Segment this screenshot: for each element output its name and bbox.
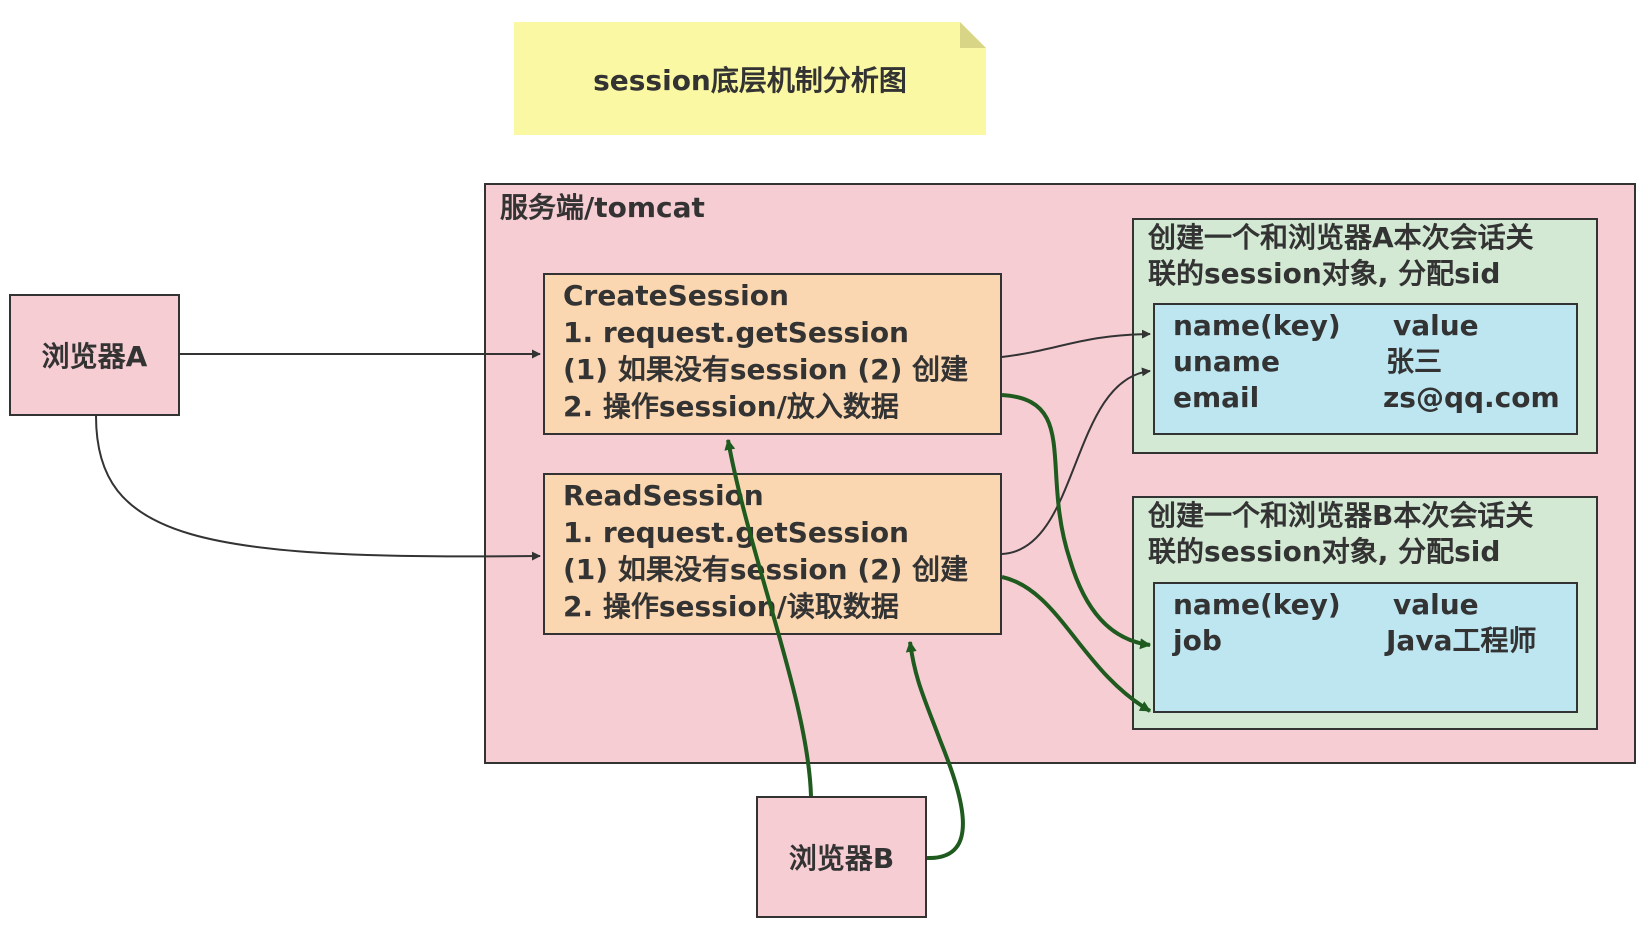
create-session-line-3: 2. 操作session/放入数据	[563, 390, 899, 423]
session-b-title-line-1: 创建一个和浏览器B本次会话关	[1148, 499, 1534, 532]
session-a-title: 创建一个和浏览器A本次会话关 联的session对象, 分配sid	[1148, 220, 1534, 292]
read-session-name: ReadSession	[563, 479, 764, 512]
session-b-header-value: value	[1393, 588, 1479, 621]
server-label: 服务端/tomcat	[500, 191, 705, 224]
browser-a-node: 浏览器A	[9, 294, 180, 416]
session-a-header-value: value	[1393, 309, 1479, 342]
session-a-title-line-2: 联的session对象, 分配sid	[1148, 257, 1501, 290]
session-a-row-key: email	[1173, 381, 1260, 414]
session-b-title-line-2: 联的session对象, 分配sid	[1148, 535, 1501, 568]
session-b-row-key: job	[1173, 624, 1222, 657]
session-b-row: job Java工程师	[1173, 622, 1573, 659]
create-session-line-1: 1. request.getSession	[563, 316, 909, 349]
browser-b-node: 浏览器B	[756, 796, 927, 918]
session-a-header-row: name(key) value	[1173, 307, 1573, 344]
session-b-header-row: name(key) value	[1173, 586, 1573, 623]
session-b-row-value: Java工程师	[1386, 624, 1537, 657]
read-session-line-2: (1) 如果没有session (2) 创建	[563, 553, 969, 586]
session-b-title: 创建一个和浏览器B本次会话关 联的session对象, 分配sid	[1148, 498, 1533, 570]
read-session-line-3: 2. 操作session/读取数据	[563, 590, 899, 623]
read-session-line-1: 1. request.getSession	[563, 516, 909, 549]
browser-b-label: 浏览器B	[788, 842, 895, 875]
diagram-title-note: session底层机制分析图	[514, 22, 986, 135]
note-fold-corner	[960, 22, 986, 48]
browser-a-label: 浏览器A	[41, 340, 148, 373]
session-a-row-key: uname	[1173, 345, 1280, 378]
session-a-row: email zs@qq.com	[1173, 379, 1573, 416]
create-session-line-2: (1) 如果没有session (2) 创建	[563, 353, 969, 386]
session-a-row: uname 张三	[1173, 343, 1573, 380]
session-a-row-value: 张三	[1386, 345, 1443, 378]
read-session-box: ReadSession 1. request.getSession (1) 如果…	[543, 473, 1002, 635]
arrow-browser-a-to-read	[95, 415, 541, 561]
create-session-name: CreateSession	[563, 279, 789, 312]
session-a-header-key: name(key)	[1173, 309, 1341, 342]
session-a-title-line-1: 创建一个和浏览器A本次会话关	[1148, 221, 1534, 254]
session-b-attributes: name(key) value job Java工程师	[1153, 582, 1578, 713]
session-a-row-value: zs@qq.com	[1383, 381, 1560, 414]
session-b-header-key: name(key)	[1173, 588, 1341, 621]
create-session-box: CreateSession 1. request.getSession (1) …	[543, 273, 1002, 435]
session-a-attributes: name(key) value uname 张三 email zs@qq.com	[1153, 303, 1578, 435]
diagram-title: session底层机制分析图	[593, 63, 907, 97]
